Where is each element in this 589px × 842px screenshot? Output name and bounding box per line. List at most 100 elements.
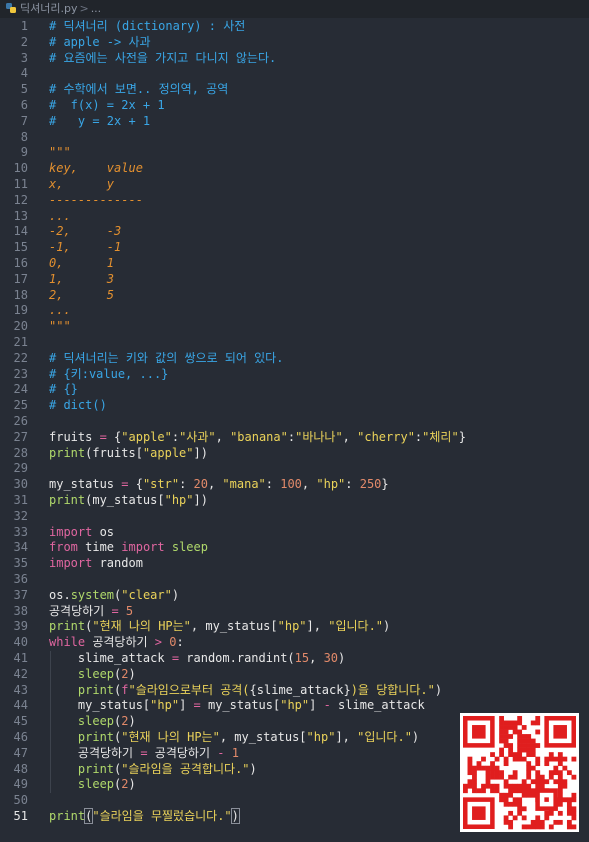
code-text[interactable]: import os: [49, 525, 114, 541]
code-line[interactable]: 39 print("현재 나의 HP는", my_status["hp"], "입…: [0, 619, 589, 635]
code-line[interactable]: 1 # 딕셔너리 (dictionary) : 사전: [0, 19, 589, 35]
code-text[interactable]: print(my_status["hp"]): [49, 493, 208, 509]
line-number[interactable]: 17: [0, 272, 28, 288]
code-line[interactable]: 26: [0, 414, 589, 430]
code-line[interactable]: 16 0, 1: [0, 256, 589, 272]
breadcrumb[interactable]: 딕셔너리.py >...: [0, 0, 589, 18]
code-line[interactable]: 27 fruits = {"apple":"사과", "banana":"바나나"…: [0, 430, 589, 446]
line-number[interactable]: 5: [0, 82, 28, 98]
line-number[interactable]: 42: [0, 667, 28, 683]
line-number[interactable]: 37: [0, 588, 28, 604]
code-line[interactable]: 43 print(f"슬라임으로부터 공격({slime_attack})을 당…: [0, 683, 589, 699]
line-number[interactable]: 1: [0, 19, 28, 35]
code-text[interactable]: 1, 3: [49, 272, 114, 288]
line-number[interactable]: 46: [0, 730, 28, 746]
code-line[interactable]: 12 -------------: [0, 193, 589, 209]
line-number[interactable]: 38: [0, 604, 28, 620]
code-line[interactable]: 4: [0, 66, 589, 82]
code-line[interactable]: 7 # y = 2x + 1: [0, 114, 589, 130]
line-number[interactable]: 6: [0, 98, 28, 114]
line-number[interactable]: 40: [0, 635, 28, 651]
line-number[interactable]: 25: [0, 398, 28, 414]
line-number[interactable]: 44: [0, 698, 28, 714]
code-text[interactable]: -------------: [49, 193, 143, 209]
code-line[interactable]: 35 import random: [0, 556, 589, 572]
code-text[interactable]: # apple -> 사과: [49, 35, 151, 51]
code-text[interactable]: # y = 2x + 1: [49, 114, 150, 130]
code-line[interactable]: 2 # apple -> 사과: [0, 35, 589, 51]
code-line[interactable]: 18 2, 5: [0, 288, 589, 304]
line-number[interactable]: 35: [0, 556, 28, 572]
line-number[interactable]: 14: [0, 224, 28, 240]
line-number[interactable]: 24: [0, 382, 28, 398]
line-number[interactable]: 9: [0, 145, 28, 161]
line-number[interactable]: 11: [0, 177, 28, 193]
code-text[interactable]: 2, 5: [49, 288, 114, 304]
line-number[interactable]: 41: [0, 651, 28, 667]
line-number[interactable]: 10: [0, 161, 28, 177]
code-line[interactable]: 31 print(my_status["hp"]): [0, 493, 589, 509]
code-line[interactable]: 6 # f(x) = 2x + 1: [0, 98, 589, 114]
code-line[interactable]: 15 -1, -1: [0, 240, 589, 256]
line-number[interactable]: 48: [0, 762, 28, 778]
line-number[interactable]: 33: [0, 525, 28, 541]
line-number[interactable]: 16: [0, 256, 28, 272]
code-text[interactable]: ...: [49, 209, 71, 225]
line-number[interactable]: 4: [0, 66, 28, 82]
line-number[interactable]: 39: [0, 619, 28, 635]
code-line[interactable]: 13...: [0, 209, 589, 225]
code-line[interactable]: 25 # dict(): [0, 398, 589, 414]
line-number[interactable]: 26: [0, 414, 28, 430]
code-line[interactable]: 33 import os: [0, 525, 589, 541]
code-line[interactable]: 5 # 수학에서 보면.. 정의역, 공역: [0, 82, 589, 98]
code-line[interactable]: 9 """: [0, 145, 589, 161]
line-number[interactable]: 45: [0, 714, 28, 730]
code-line[interactable]: 36: [0, 572, 589, 588]
line-number[interactable]: 3: [0, 51, 28, 67]
code-text[interactable]: os.system("clear"): [49, 588, 179, 604]
code-text[interactable]: # 요즘에는 사전을 가지고 다니지 않는다.: [49, 51, 276, 67]
code-line[interactable]: 11 x, y: [0, 177, 589, 193]
line-number[interactable]: 30: [0, 477, 28, 493]
code-text[interactable]: 0, 1: [49, 256, 114, 272]
code-line[interactable]: 8: [0, 130, 589, 146]
line-number[interactable]: 20: [0, 319, 28, 335]
code-line[interactable]: 38 공격당하기 = 5: [0, 604, 589, 620]
code-text[interactable]: slime_attack = random.randint(15, 30): [49, 651, 345, 667]
code-text[interactable]: print("슬라임을 무찔렀습니다."): [49, 808, 240, 825]
line-number[interactable]: 13: [0, 209, 28, 225]
code-line[interactable]: 14 -2, -3: [0, 224, 589, 240]
code-text[interactable]: # f(x) = 2x + 1: [49, 98, 165, 114]
code-text[interactable]: """: [49, 145, 71, 161]
code-text[interactable]: 공격당하기 = 5: [49, 604, 133, 620]
code-line[interactable]: 37 os.system("clear"): [0, 588, 589, 604]
line-number[interactable]: 34: [0, 540, 28, 556]
line-number[interactable]: 23: [0, 367, 28, 383]
line-number[interactable]: 50: [0, 793, 28, 809]
breadcrumb-filename[interactable]: 딕셔너리.py: [20, 2, 77, 15]
code-line[interactable]: 34 from time import sleep: [0, 540, 589, 556]
code-line[interactable]: 17 1, 3: [0, 272, 589, 288]
code-text[interactable]: print("슬라임을 공격합니다."): [49, 762, 257, 778]
code-text[interactable]: 공격당하기 = 공격당하기 - 1: [49, 746, 239, 762]
code-text[interactable]: import random: [49, 556, 143, 572]
line-number[interactable]: 8: [0, 130, 28, 146]
line-number[interactable]: 27: [0, 430, 28, 446]
line-number[interactable]: 32: [0, 509, 28, 525]
code-text[interactable]: ...: [49, 303, 71, 319]
code-line[interactable]: 40 while 공격당하기 > 0:: [0, 635, 589, 651]
code-text[interactable]: # 딕셔너리는 키와 값의 쌍으로 되어 있다.: [49, 351, 283, 367]
line-number[interactable]: 47: [0, 746, 28, 762]
code-text[interactable]: # 수학에서 보면.. 정의역, 공역: [49, 82, 228, 98]
code-line[interactable]: 3 # 요즘에는 사전을 가지고 다니지 않는다.: [0, 51, 589, 67]
code-text[interactable]: # {}: [49, 382, 78, 398]
code-text[interactable]: fruits = {"apple":"사과", "banana":"바나나", …: [49, 430, 466, 446]
code-line[interactable]: 32: [0, 509, 589, 525]
line-number[interactable]: 18: [0, 288, 28, 304]
code-text[interactable]: key, value: [49, 161, 143, 177]
code-line[interactable]: 29: [0, 461, 589, 477]
code-line[interactable]: 22 # 딕셔너리는 키와 값의 쌍으로 되어 있다.: [0, 351, 589, 367]
code-text[interactable]: sleep(2): [49, 667, 136, 683]
code-line[interactable]: 28 print(fruits["apple"]): [0, 446, 589, 462]
code-text[interactable]: my_status = {"str": 20, "mana": 100, "hp…: [49, 477, 389, 493]
